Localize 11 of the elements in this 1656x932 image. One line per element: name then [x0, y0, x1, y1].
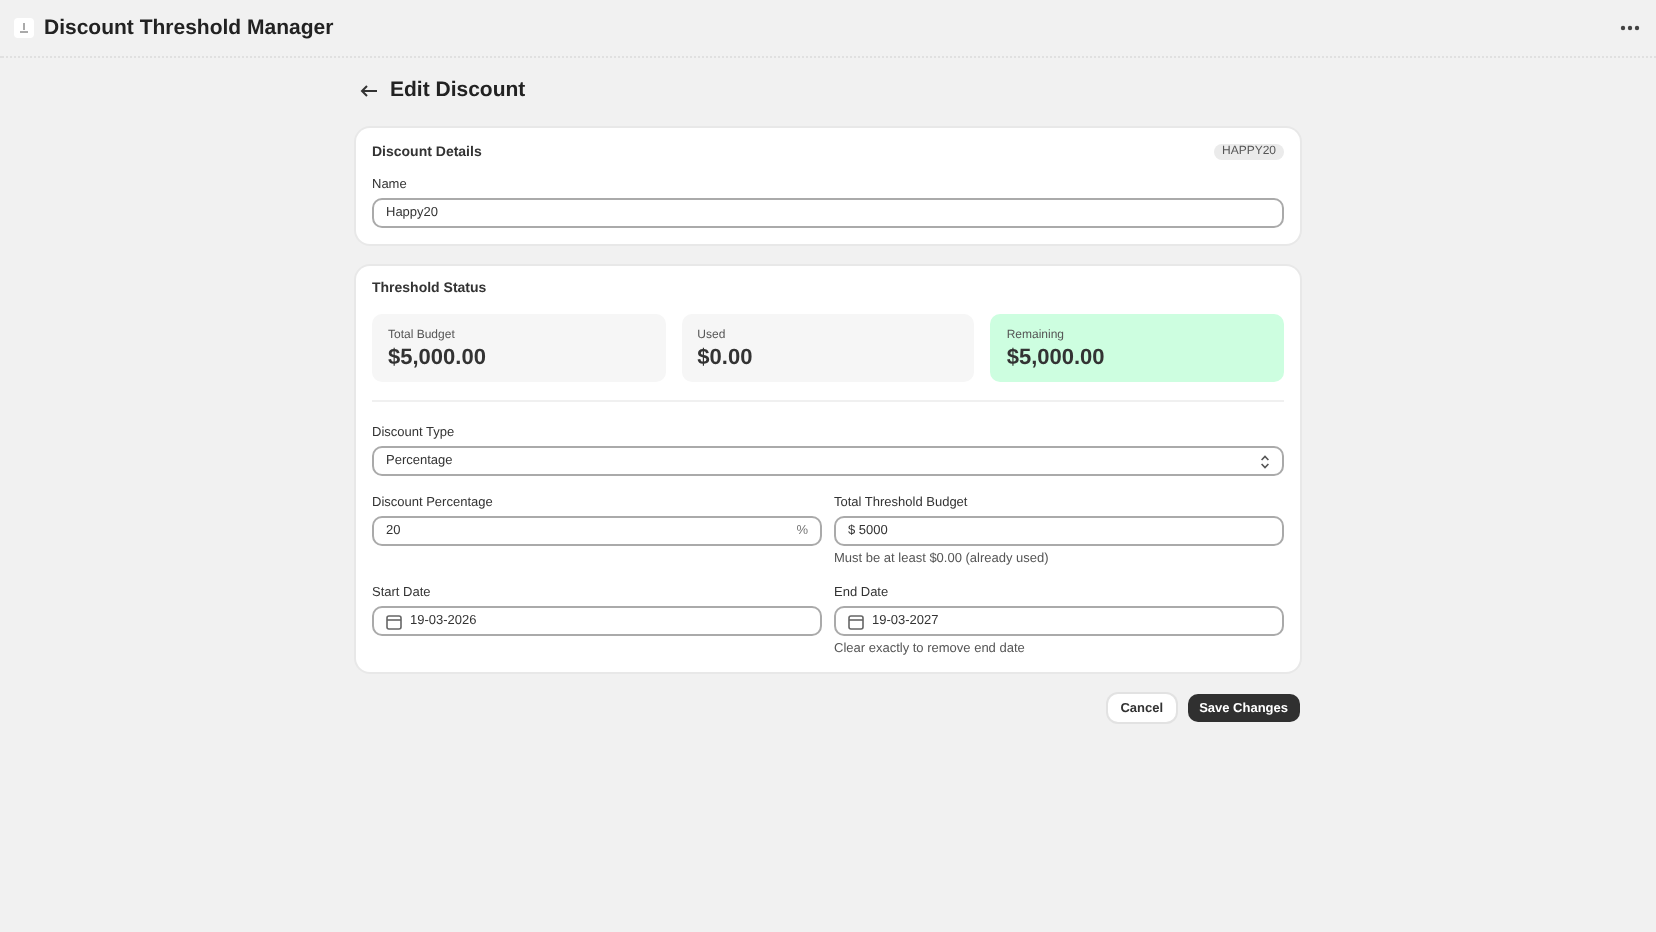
- app-title: Discount Threshold Manager: [44, 16, 334, 40]
- stat-value: $0.00: [697, 346, 755, 370]
- calendar-icon: [848, 613, 864, 629]
- page-title: Edit Discount: [390, 78, 526, 102]
- stat-value: $5,000.00: [1006, 346, 1107, 370]
- calendar-icon: [386, 613, 402, 629]
- stat-value: $5,000.00: [388, 346, 488, 370]
- back-arrow-icon[interactable]: [360, 83, 378, 97]
- more-icon[interactable]: [1620, 24, 1640, 32]
- app-icon: [14, 18, 34, 38]
- chevron-updown-icon: [1260, 453, 1270, 469]
